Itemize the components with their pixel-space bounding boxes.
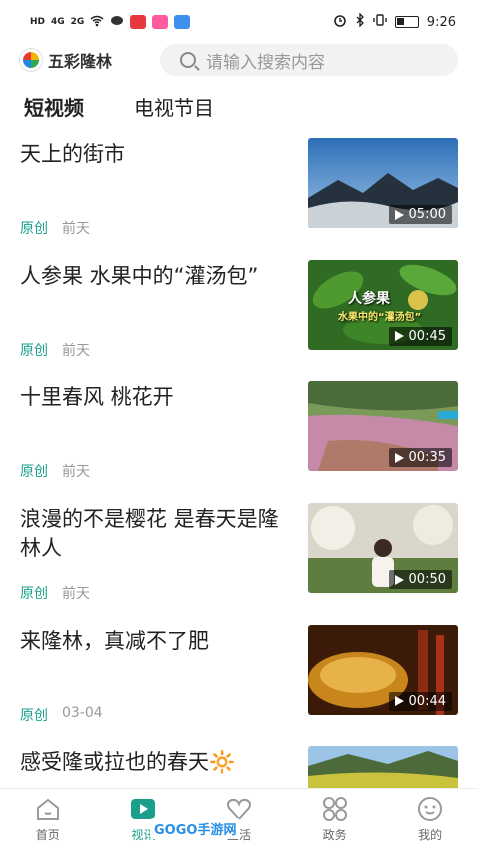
video-item[interactable]: 人参果 水果中的“灌汤包” 原创 前天 人参果 水果中的“灌汤包” 00:45 bbox=[0, 248, 478, 370]
search-input[interactable]: 请输入搜索内容 bbox=[160, 44, 458, 76]
original-tag: 原创 bbox=[20, 221, 48, 237]
nav-label: 我的 bbox=[418, 828, 443, 842]
video-date: 前天 bbox=[62, 221, 90, 237]
video-title: 人参果 水果中的“灌汤包” bbox=[20, 263, 259, 288]
video-meta: 原创 03-04 bbox=[20, 705, 103, 725]
thumbnail-overlay-subtitle: 水果中的“灌汤包” bbox=[338, 311, 422, 323]
video-item[interactable]: 十里春风 桃花开 原创 前天 00:35 bbox=[0, 369, 478, 491]
original-tag: 原创 bbox=[20, 464, 48, 481]
signal-4g-icon: 4G bbox=[51, 17, 65, 27]
watermark: GOGO手游网 bbox=[150, 818, 241, 839]
video-meta: 原创 前天 bbox=[20, 340, 90, 360]
battery-icon bbox=[394, 16, 419, 28]
play-icon bbox=[394, 331, 404, 342]
status-bar: HD 4G 2G 9:26 bbox=[0, 0, 478, 44]
app-notification-icon bbox=[174, 15, 191, 29]
video-title: 浪漫的不是樱花 是春天是隆林人 bbox=[20, 507, 279, 561]
app-logo: 五彩隆林 bbox=[20, 48, 155, 72]
clock-time: 9:26 bbox=[426, 14, 456, 30]
video-thumbnail[interactable]: 00:50 bbox=[308, 503, 458, 594]
search-icon bbox=[180, 52, 196, 68]
nav-label: 政务 bbox=[322, 828, 347, 842]
duration-text: 00:44 bbox=[408, 693, 446, 709]
video-title: 天上的街市 bbox=[20, 142, 125, 166]
app-header: 五彩隆林 请输入搜索内容 bbox=[0, 44, 478, 76]
video-thumbnail[interactable] bbox=[308, 746, 458, 788]
video-date: 前天 bbox=[62, 342, 90, 359]
nav-profile[interactable]: 我的 bbox=[390, 796, 470, 843]
video-title: 来隆林，真减不了肥 bbox=[20, 628, 209, 653]
video-thumbnail[interactable]: 05:00 bbox=[308, 138, 458, 228]
video-date: 03-04 bbox=[62, 704, 103, 721]
tab-short-video[interactable]: 短视频 bbox=[24, 92, 84, 121]
tab-tv-programs[interactable]: 电视节目 bbox=[134, 92, 214, 121]
duration-text: 05:00 bbox=[408, 207, 446, 222]
video-meta: 原创 前天 bbox=[20, 461, 90, 481]
alarm-icon bbox=[333, 13, 347, 31]
nav-government[interactable]: 政务 bbox=[295, 796, 375, 843]
nav-home[interactable]: 首页 bbox=[8, 796, 88, 843]
home-icon bbox=[36, 798, 59, 820]
status-right: 9:26 bbox=[333, 12, 456, 31]
content-tabs: 短视频 电视节目 bbox=[0, 86, 478, 126]
video-date: 前天 bbox=[62, 586, 90, 603]
nav-label: 首页 bbox=[35, 828, 60, 842]
status-left: HD 4G 2G bbox=[30, 15, 191, 30]
play-icon bbox=[394, 452, 404, 463]
smile-icon bbox=[418, 797, 443, 821]
bluetooth-icon bbox=[355, 12, 365, 31]
video-item[interactable]: 天上的街市 原创 前天 05:00 bbox=[0, 126, 478, 248]
duration-text: 00:45 bbox=[408, 328, 446, 344]
video-meta: 原创 前天 bbox=[20, 218, 90, 238]
video-item[interactable]: 浪漫的不是樱花 是春天是隆林人 原创 前天 00:50 bbox=[0, 491, 478, 613]
signal-2g-icon: 2G bbox=[70, 17, 85, 27]
video-thumbnail[interactable]: 00:35 bbox=[308, 381, 458, 472]
video-meta: 原创 前天 bbox=[20, 583, 90, 603]
grid-icon bbox=[322, 797, 347, 821]
search-placeholder: 请输入搜索内容 bbox=[206, 52, 325, 73]
video-item[interactable]: 感受隆或拉也的春天🔆 bbox=[0, 734, 478, 788]
play-icon bbox=[394, 696, 404, 707]
duration-text: 00:50 bbox=[408, 572, 446, 588]
thumbnail-overlay-title: 人参果 bbox=[348, 290, 390, 307]
original-tag: 原创 bbox=[20, 586, 48, 603]
wifi-icon bbox=[90, 15, 104, 30]
video-title: 感受隆或拉也的春天🔆 bbox=[20, 750, 236, 775]
video-thumbnail[interactable]: 人参果 水果中的“灌汤包” 00:45 bbox=[308, 259, 458, 350]
vibrate-icon bbox=[373, 13, 387, 31]
play-icon bbox=[394, 209, 404, 220]
hd-label: HD bbox=[30, 17, 46, 27]
video-title: 十里春风 桃花开 bbox=[20, 385, 174, 410]
play-icon bbox=[394, 574, 404, 585]
video-thumbnail[interactable]: 00:44 bbox=[308, 624, 458, 715]
video-duration: 00:44 bbox=[388, 691, 452, 711]
video-date: 前天 bbox=[62, 464, 90, 481]
app-notification-icon bbox=[130, 15, 147, 29]
app-name: 五彩隆林 bbox=[48, 52, 113, 71]
duration-text: 00:35 bbox=[408, 450, 446, 466]
original-tag: 原创 bbox=[20, 707, 48, 724]
video-feed[interactable]: 天上的街市 原创 前天 05:00 人参果 水果中的“灌汤包” 原创 前天 人参… bbox=[0, 126, 478, 788]
video-item[interactable]: 来隆林，真减不了肥 原创 03-04 00:44 bbox=[0, 613, 478, 735]
video-duration: 00:50 bbox=[388, 570, 452, 590]
message-icon bbox=[110, 15, 124, 30]
video-duration: 05:00 bbox=[388, 205, 452, 224]
video-duration: 00:45 bbox=[388, 326, 452, 346]
logo-icon bbox=[20, 49, 42, 71]
app-notification-icon bbox=[152, 15, 169, 29]
video-duration: 00:35 bbox=[388, 448, 452, 468]
original-tag: 原创 bbox=[20, 342, 48, 359]
